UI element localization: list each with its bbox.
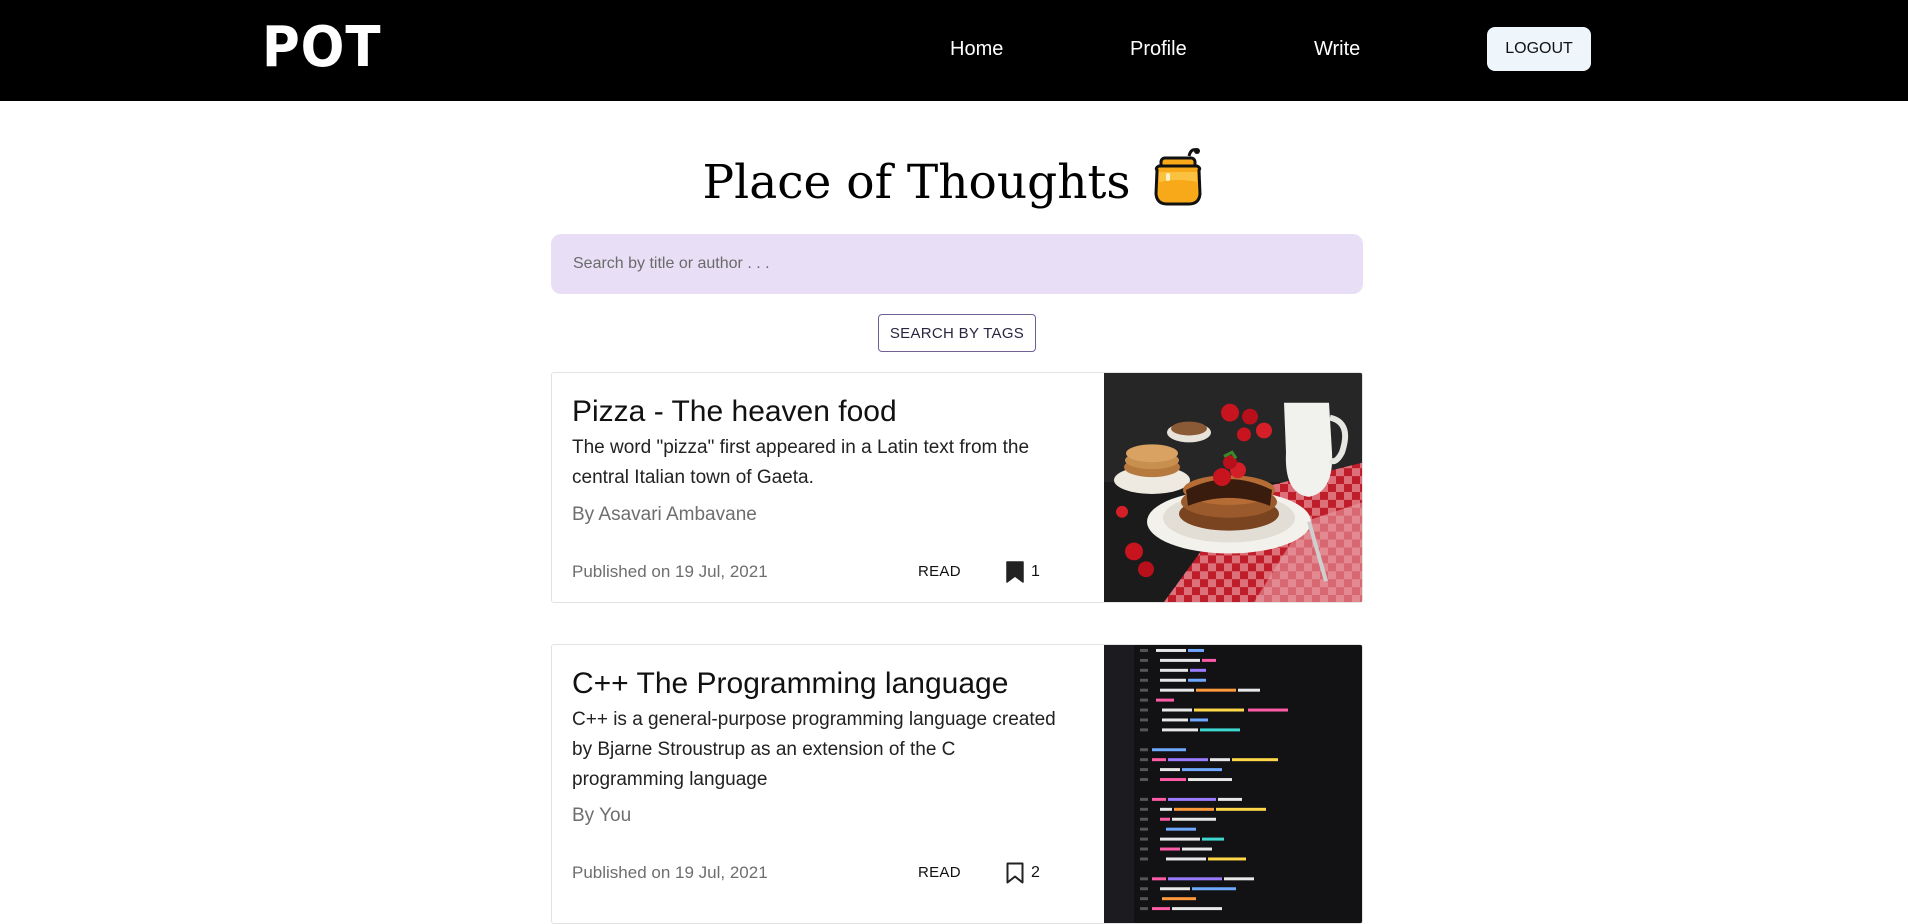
post-card: C++ The Programming language C++ is a ge… <box>551 644 1363 924</box>
post-author: By You <box>572 805 632 826</box>
post-image-code-screen <box>1104 645 1362 923</box>
search-input[interactable] <box>571 254 1343 274</box>
post-description: The word "pizza" first appeared in a Lat… <box>572 437 1030 488</box>
post-title: Pizza - The heaven food <box>572 395 897 428</box>
nav-link-profile[interactable]: Profile <box>1130 34 1187 64</box>
bookmark-outline-icon <box>1006 862 1024 884</box>
post-date: Published on 19 Jul, 2021 <box>572 863 768 882</box>
read-button[interactable]: READ <box>918 560 961 584</box>
post-date: Published on 19 Jul, 2021 <box>572 562 768 581</box>
search-by-tags-button[interactable]: SEARCH BY TAGS <box>878 314 1036 352</box>
nav-link-write[interactable]: Write <box>1314 34 1360 64</box>
page-title-text: Place of Thoughts <box>702 155 1131 210</box>
logout-button[interactable]: LOGOUT <box>1487 27 1591 71</box>
bookmark-count: 1 <box>1031 563 1040 580</box>
search-box <box>551 234 1363 294</box>
post-author: By Asavari Ambavane <box>572 504 757 525</box>
post-title: C++ The Programming language <box>572 667 1009 700</box>
post-card: Pizza - The heaven food The word "pizza"… <box>551 372 1363 603</box>
post-image-pancakes <box>1104 373 1362 602</box>
honey-pot-icon <box>1151 146 1205 208</box>
site-logo[interactable]: POT <box>262 16 381 80</box>
post-description: C++ is a general-purpose programming lan… <box>572 709 1056 790</box>
nav-link-home[interactable]: Home <box>950 34 1003 64</box>
bookmark-count: 2 <box>1031 864 1040 881</box>
bookmark-button[interactable]: 1 <box>1005 560 1040 584</box>
page-title: Place of Thoughts <box>0 146 1908 215</box>
read-button[interactable]: READ <box>918 861 961 885</box>
bookmark-filled-icon <box>1006 561 1024 583</box>
bookmark-button[interactable]: 2 <box>1005 861 1040 885</box>
navbar: POT Home Profile Write LOGOUT <box>0 0 1908 101</box>
